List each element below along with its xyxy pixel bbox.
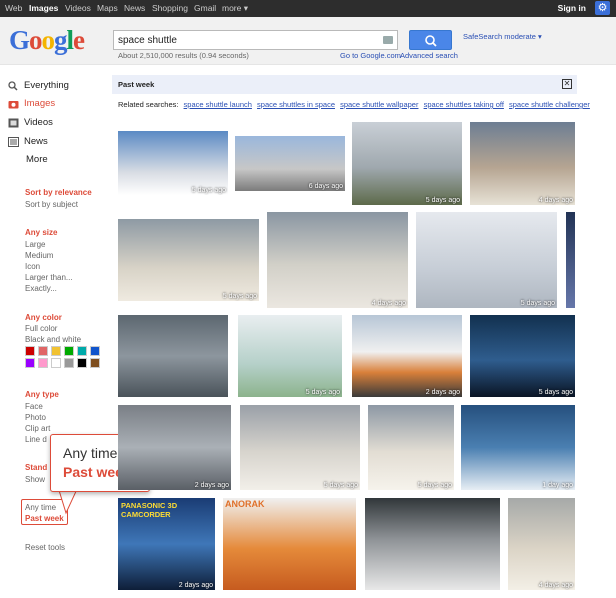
nav-more[interactable]: more ▾ — [222, 3, 248, 14]
thumbnail-age: 4 days ago — [538, 197, 573, 204]
thumbnail-age: 5 days ago — [222, 293, 257, 300]
nav-gmail[interactable]: Gmail — [194, 3, 216, 13]
search-icon — [425, 35, 437, 47]
thumbnail-age: 2 days ago — [194, 482, 229, 489]
thumbnail-age: 5 days ago — [425, 197, 460, 204]
related-searches: Related searches: space shuttle launch s… — [118, 100, 590, 109]
gear-icon[interactable]: ⚙ — [595, 1, 610, 15]
image-thumbnail[interactable]: 6 days ago — [235, 136, 345, 191]
thumbnail-caption: ANORAK — [225, 499, 265, 509]
related-link[interactable]: space shuttles taking off — [424, 100, 504, 109]
image-thumbnail[interactable]: 4 days ago — [470, 122, 575, 205]
thumbnail-age: 4 days ago — [538, 582, 573, 589]
related-link[interactable]: space shuttle wallpaper — [340, 100, 418, 109]
thumbnail-age: 4 days ago — [371, 300, 406, 307]
related-link[interactable]: space shuttles in space — [257, 100, 335, 109]
image-thumbnail[interactable]: ANORAK — [223, 498, 356, 590]
related-label: Related searches: — [118, 100, 179, 109]
search-button[interactable] — [409, 30, 452, 50]
close-icon[interactable]: ✕ — [562, 79, 572, 89]
thumbnail-age: 5 days ago — [538, 389, 573, 396]
related-link[interactable]: space shuttle launch — [184, 100, 252, 109]
thumbnail-age: 2 days ago — [425, 389, 460, 396]
thumbnail-caption: PANASONIC 3D CAMCORDER — [121, 501, 178, 519]
camera-icon[interactable] — [383, 36, 393, 44]
related-link[interactable]: space shuttle challenger — [509, 100, 590, 109]
image-thumbnail[interactable]: 5 days ago — [368, 405, 454, 490]
callout-any-time: Any time — [63, 445, 118, 461]
filter-label: Past week — [118, 80, 155, 89]
image-thumbnail[interactable]: 1 day ago — [461, 405, 575, 490]
image-thumbnail[interactable]: 4 days ago — [267, 212, 408, 308]
advanced-search-link[interactable]: Advanced search — [400, 51, 458, 60]
active-filter-bar: Past week ✕ — [112, 75, 577, 94]
image-thumbnail[interactable]: 5 days ago — [118, 131, 228, 195]
thumbnail-age: 1 day ago — [542, 482, 573, 489]
safesearch-dropdown[interactable]: SafeSearch moderate ▾ — [463, 32, 542, 41]
image-thumbnail[interactable] — [118, 315, 228, 397]
thumbnail-age: 6 days ago — [308, 183, 343, 190]
image-thumbnail[interactable]: 2 days ago — [352, 315, 462, 397]
image-thumbnail[interactable]: 5 days ago — [238, 315, 342, 397]
image-thumbnail[interactable]: 5 days ago — [118, 219, 259, 301]
sign-in-link[interactable]: Sign in — [558, 3, 586, 13]
thumbnail-age: 5 days ago — [305, 389, 340, 396]
image-thumbnail[interactable]: 4 days ago — [508, 498, 575, 590]
thumbnail-age: 5 days ago — [323, 482, 358, 489]
thumbnail-age: 5 days ago — [520, 300, 555, 307]
thumbnail-age: 5 days ago — [417, 482, 452, 489]
image-thumbnail[interactable]: 5 days ago — [352, 122, 462, 205]
image-thumbnail[interactable]: 2 days ago — [118, 405, 231, 490]
image-thumbnail[interactable] — [365, 498, 500, 590]
thumbnail-age: 2 days ago — [178, 582, 213, 589]
image-thumbnail[interactable]: PANASONIC 3D CAMCORDER 2 days ago — [118, 498, 215, 590]
goto-google-link[interactable]: Go to Google.com — [340, 51, 401, 60]
thumbnail-age: 5 days ago — [191, 187, 226, 194]
image-thumbnail[interactable] — [566, 212, 575, 308]
image-thumbnail[interactable]: 5 days ago — [240, 405, 360, 490]
image-thumbnail[interactable]: 5 days ago — [470, 315, 575, 397]
image-thumbnail[interactable]: 5 days ago — [416, 212, 557, 308]
reset-tools[interactable]: Reset tools — [25, 543, 65, 552]
